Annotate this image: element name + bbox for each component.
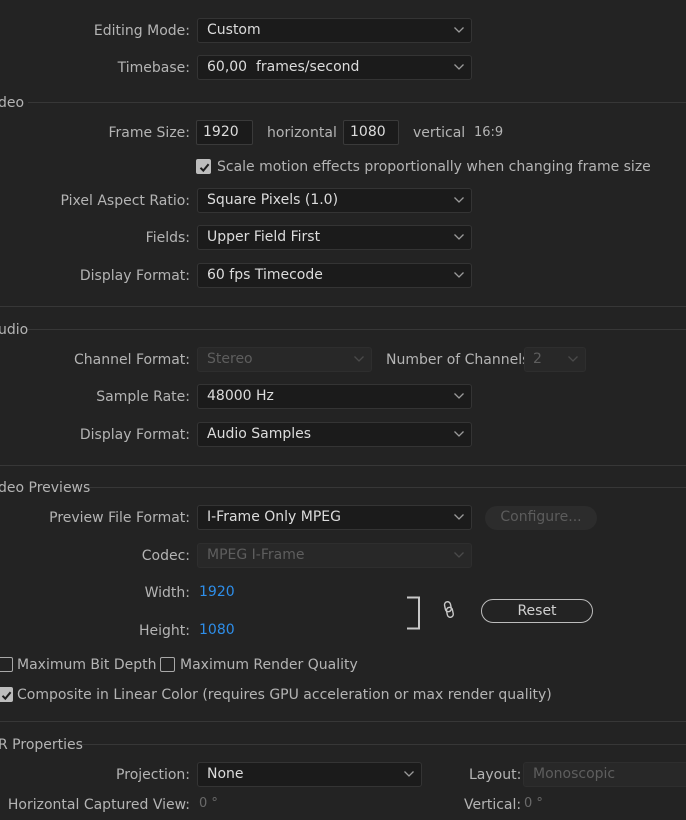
projection-value: None (207, 766, 244, 782)
layout-dropdown[interactable]: Monoscopic (523, 762, 686, 787)
projection-label: Projection: (116, 767, 190, 783)
chevron-down-icon (453, 271, 465, 279)
h-captured-view-value[interactable]: 0 ° (199, 794, 218, 814)
frame-size-label: Frame Size: (108, 125, 190, 141)
audio-display-format-dropdown[interactable]: Audio Samples (197, 422, 472, 447)
reset-button[interactable]: Reset (481, 599, 593, 623)
divider (0, 306, 686, 307)
horizontal-label: horizontal (267, 125, 337, 141)
codec-value: MPEG I-Frame (207, 547, 305, 563)
preview-height-value[interactable]: 1080 (199, 620, 235, 640)
num-channels-label: Number of Channels: (386, 352, 535, 368)
codec-dropdown[interactable]: MPEG I-Frame (197, 543, 472, 568)
chevron-down-icon (453, 63, 465, 71)
codec-label: Codec: (141, 548, 190, 564)
fields-label: Fields: (145, 230, 190, 246)
previews-section-divider (88, 487, 686, 488)
channel-format-value: Stereo (207, 351, 253, 367)
audio-display-format-label: Display Format: (79, 427, 190, 443)
divider (0, 465, 686, 466)
vr-section-divider (80, 744, 686, 745)
chevron-down-icon (453, 26, 465, 34)
h-captured-view-label: Horizontal Captured View: (7, 797, 190, 813)
sample-rate-dropdown[interactable]: 48000 Hz (197, 384, 472, 409)
preview-format-dropdown[interactable]: I-Frame Only MPEG (197, 505, 472, 530)
sample-rate-label: Sample Rate: (96, 389, 190, 405)
scale-motion-checkbox[interactable] (196, 159, 211, 174)
pixel-aspect-value: Square Pixels (1.0) (207, 192, 339, 208)
checkmark-icon (198, 161, 211, 174)
timebase-dropdown[interactable]: 60,00 frames/second (197, 55, 472, 80)
divider (0, 721, 686, 722)
sample-rate-value: 48000 Hz (207, 388, 274, 404)
pixel-aspect-dropdown[interactable]: Square Pixels (1.0) (197, 188, 472, 213)
scale-motion-label: Scale motion effects proportionally when… (217, 159, 651, 175)
pixel-aspect-label: Pixel Aspect Ratio: (60, 193, 191, 209)
composite-linear-label: Composite in Linear Color (requires GPU … (17, 687, 552, 703)
layout-label: Layout: (469, 767, 522, 783)
max-bit-depth-checkbox[interactable] (0, 657, 13, 672)
chevron-down-icon (453, 196, 465, 204)
chevron-down-icon (403, 770, 415, 778)
aspect-ratio-readout: 16:9 (474, 125, 504, 140)
frame-width-input[interactable]: 1920 (196, 120, 253, 145)
max-render-quality-label: Maximum Render Quality (180, 657, 358, 673)
vr-section-title: R Properties (0, 737, 83, 753)
link-icon[interactable] (442, 600, 456, 620)
audio-section-title: udio (0, 322, 29, 338)
fields-dropdown[interactable]: Upper Field First (197, 225, 472, 250)
channel-format-dropdown[interactable]: Stereo (197, 347, 372, 372)
audio-section-divider (28, 329, 686, 330)
projection-dropdown[interactable]: None (197, 762, 422, 787)
fields-value: Upper Field First (207, 229, 321, 245)
vertical-label: vertical (413, 125, 466, 141)
video-display-format-label: Display Format: (79, 268, 190, 284)
vr-vertical-value[interactable]: 0 ° (524, 794, 543, 814)
num-channels-value: 2 (533, 351, 542, 367)
chevron-down-icon (567, 355, 579, 363)
chevron-down-icon (453, 551, 465, 559)
composite-linear-checkbox[interactable] (0, 687, 13, 702)
preview-width-label: Width: (144, 585, 190, 601)
preview-width-value[interactable]: 1920 (199, 582, 235, 602)
editing-mode-value: Custom (207, 22, 261, 38)
chevron-down-icon (453, 430, 465, 438)
preview-format-label: Preview File Format: (49, 510, 190, 526)
chevron-down-icon (453, 233, 465, 241)
video-section-title: deo (0, 95, 25, 111)
chevron-down-icon (353, 355, 365, 363)
vr-vertical-label: Vertical: (464, 797, 522, 813)
layout-value: Monoscopic (533, 766, 616, 782)
max-bit-depth-label: Maximum Bit Depth (17, 657, 157, 673)
video-section-divider (28, 102, 686, 103)
bracket-icon (407, 596, 420, 630)
previews-section-title: deo Previews (0, 480, 91, 496)
editing-mode-label: Editing Mode: (93, 23, 190, 39)
timebase-label: Timebase: (117, 60, 190, 76)
video-display-format-dropdown[interactable]: 60 fps Timecode (197, 263, 472, 288)
max-render-quality-checkbox[interactable] (160, 657, 175, 672)
chevron-down-icon (453, 392, 465, 400)
num-channels-dropdown[interactable]: 2 (524, 347, 586, 372)
configure-button[interactable]: Configure... (485, 506, 597, 530)
video-display-format-value: 60 fps Timecode (207, 267, 323, 283)
audio-display-format-value: Audio Samples (207, 426, 312, 442)
checkmark-icon (0, 689, 13, 702)
preview-height-label: Height: (139, 623, 190, 639)
timebase-value: 60,00 frames/second (207, 59, 360, 75)
channel-format-label: Channel Format: (74, 352, 190, 368)
frame-height-input[interactable]: 1080 (343, 120, 399, 145)
chevron-down-icon (453, 513, 465, 521)
editing-mode-dropdown[interactable]: Custom (197, 18, 472, 43)
preview-format-value: I-Frame Only MPEG (207, 509, 341, 525)
